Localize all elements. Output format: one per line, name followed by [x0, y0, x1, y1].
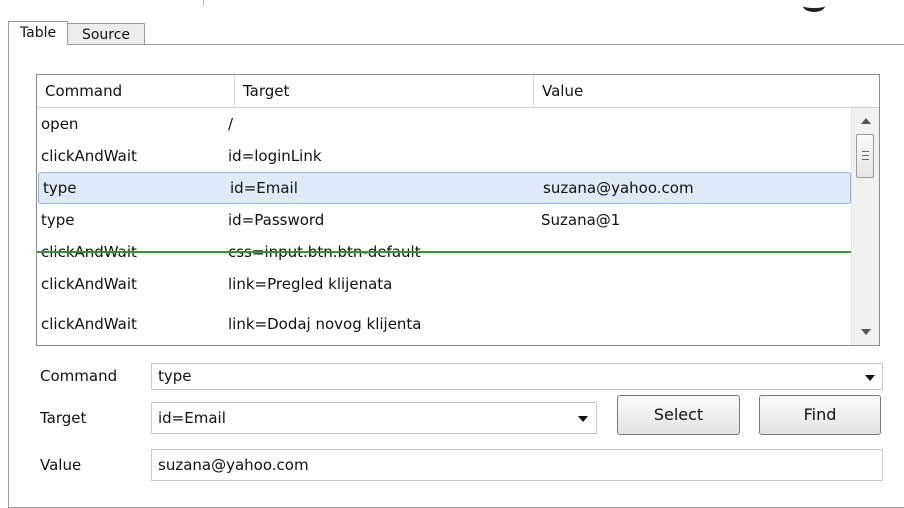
cell-command: open [41, 115, 79, 133]
tab-source[interactable]: Source [68, 23, 145, 45]
grip-line [862, 159, 869, 160]
value-text: suzana@yahoo.com [158, 456, 309, 474]
window-top-strip [0, 0, 904, 16]
cell-target: id=Password [228, 211, 325, 229]
grip-line [862, 155, 869, 156]
cell-command: clickAndWait [41, 315, 137, 333]
cell-command: clickAndWait [41, 147, 137, 165]
cell-target: / [228, 115, 234, 133]
tab-table[interactable]: Table [8, 21, 68, 45]
table-row[interactable]: open / [37, 108, 852, 140]
select-button[interactable]: Select [617, 395, 740, 435]
cell-target: id=Email [230, 179, 298, 197]
table-row[interactable]: clickAndWait id=loginLink [37, 140, 852, 172]
command-label: Command [40, 367, 118, 385]
table-row-partial[interactable]: clickAndWait link=Dodaj novog klijenta [37, 300, 852, 333]
command-combobox[interactable]: type [151, 363, 883, 390]
column-header-command[interactable]: Command [37, 75, 235, 107]
value-label: Value [40, 456, 82, 474]
column-header-value[interactable]: Value [534, 75, 879, 107]
cell-command: type [41, 211, 75, 229]
target-label: Target [40, 409, 87, 427]
table-header: Command Target Value [37, 75, 879, 108]
value-field[interactable]: suzana@yahoo.com [151, 449, 883, 481]
decorative-curve [803, 0, 825, 12]
cell-target: link=Dodaj novog klijenta [228, 315, 422, 333]
target-combobox[interactable]: id=Email [151, 402, 597, 434]
cell-value: suzana@yahoo.com [543, 179, 694, 197]
target-value: id=Email [158, 409, 226, 427]
column-header-target[interactable]: Target [235, 75, 534, 107]
divider [203, 0, 204, 6]
caret-down-icon[interactable] [578, 416, 588, 422]
command-table: Command Target Value open / clickAndWait… [36, 74, 880, 346]
chevron-down-icon[interactable] [861, 329, 871, 335]
cell-command: type [43, 179, 77, 197]
table-rows: open / clickAndWait id=loginLink type id… [37, 108, 852, 345]
command-value: type [158, 367, 192, 385]
scrollbar-thumb[interactable] [856, 134, 874, 178]
cell-value: Suzana@1 [541, 211, 621, 229]
drop-indicator-line [37, 251, 852, 253]
vertical-scrollbar[interactable] [851, 108, 879, 345]
chevron-up-icon[interactable] [861, 118, 871, 124]
table-row-selected[interactable]: type id=Email suzana@yahoo.com [38, 172, 851, 204]
cell-target: id=loginLink [228, 147, 322, 165]
find-button[interactable]: Find [759, 395, 881, 435]
grip-line [862, 151, 869, 152]
cell-target: link=Pregled klijenata [228, 275, 393, 293]
table-row[interactable]: type id=Password Suzana@1 [37, 204, 852, 236]
caret-down-icon[interactable] [865, 375, 875, 381]
table-row[interactable]: clickAndWait link=Pregled klijenata [37, 268, 852, 300]
cell-command: clickAndWait [41, 275, 137, 293]
